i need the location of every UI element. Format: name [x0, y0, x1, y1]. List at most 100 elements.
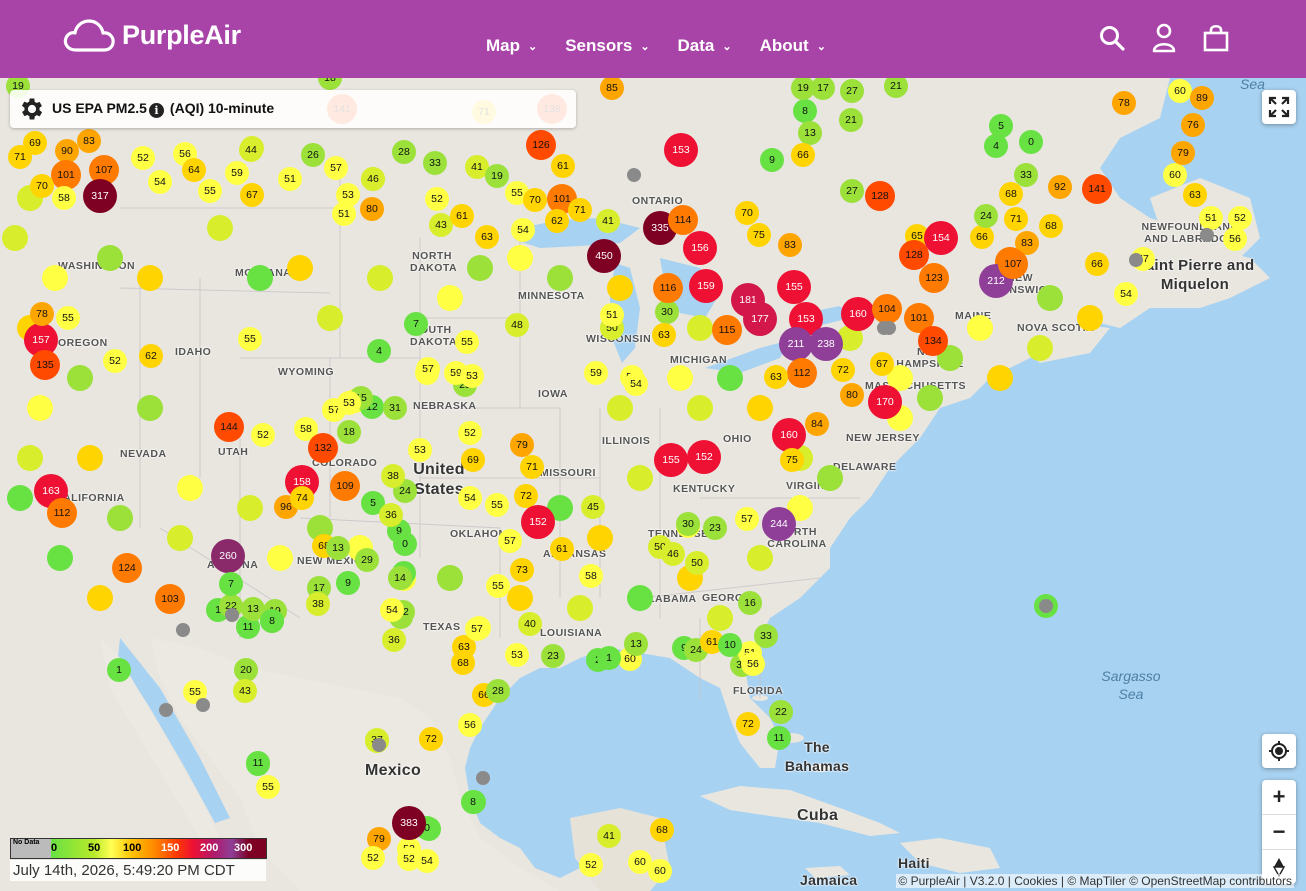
sensor-marker[interactable] [627, 585, 653, 611]
sensor-marker[interactable]: 26 [301, 143, 325, 167]
search-button[interactable] [1098, 22, 1126, 54]
aqi-type-selector[interactable]: US EPA PM2.5 i (AQI) 10-minute [10, 90, 576, 128]
sensor-marker[interactable]: 135 [30, 350, 60, 380]
sensor-marker[interactable]: 29 [355, 548, 379, 572]
sensor-marker[interactable]: 63 [1183, 183, 1207, 207]
offline-sensor-marker[interactable] [627, 168, 641, 182]
sensor-marker[interactable]: 115 [712, 315, 742, 345]
sensor-marker[interactable] [437, 285, 463, 311]
sensor-marker[interactable] [27, 395, 53, 421]
sensor-marker[interactable]: 79 [1171, 141, 1195, 165]
sensor-marker[interactable]: 152 [521, 505, 555, 539]
sensor-marker[interactable]: 31 [383, 396, 407, 420]
sensor-marker[interactable]: 28 [486, 679, 510, 703]
sensor-marker[interactable]: 69 [461, 448, 485, 472]
sensor-marker[interactable]: 0 [1019, 130, 1043, 154]
sensor-marker[interactable]: 92 [1048, 175, 1072, 199]
sensor-marker[interactable] [817, 465, 843, 491]
sensor-marker[interactable]: 63 [475, 225, 499, 249]
sensor-marker[interactable]: 66 [1085, 252, 1109, 276]
sensor-marker[interactable]: 33 [754, 624, 778, 648]
sensor-marker[interactable] [747, 395, 773, 421]
sensor-marker[interactable] [507, 245, 533, 271]
sensor-marker[interactable]: 57 [465, 617, 489, 641]
nav-sensors[interactable]: Sensors ⌄ [565, 36, 649, 56]
sensor-marker[interactable]: 132 [308, 433, 338, 463]
sensor-marker[interactable]: 170 [868, 385, 902, 419]
sensor-marker[interactable]: 160 [841, 297, 875, 331]
sensor-marker[interactable]: 13 [624, 632, 648, 656]
offline-sensor-marker[interactable] [225, 608, 239, 622]
sensor-marker[interactable]: 57 [735, 507, 759, 531]
sensor-marker[interactable] [237, 495, 263, 521]
sensor-marker[interactable]: 70 [523, 188, 547, 212]
sensor-marker[interactable]: 53 [408, 438, 432, 462]
offline-sensor-marker[interactable] [1129, 253, 1143, 267]
sensor-marker[interactable]: 317 [83, 179, 117, 213]
sensor-marker[interactable]: 52 [458, 421, 482, 445]
sensor-marker[interactable]: 383 [392, 806, 426, 840]
sensor-marker[interactable]: 8 [793, 99, 817, 123]
sensor-marker[interactable]: 211 [779, 327, 813, 361]
sensor-marker[interactable]: 0 [393, 532, 417, 556]
sensor-marker[interactable]: 45 [581, 495, 605, 519]
sensor-marker[interactable]: 52 [361, 846, 385, 870]
offline-sensor-marker[interactable] [1200, 228, 1214, 242]
sensor-marker[interactable] [607, 275, 633, 301]
sensor-marker[interactable] [77, 445, 103, 471]
sensor-marker[interactable]: 55 [485, 493, 509, 517]
sensor-marker[interactable] [507, 585, 533, 611]
sensor-marker[interactable] [2, 225, 28, 251]
sensor-marker[interactable]: 73 [510, 558, 534, 582]
sensor-marker[interactable]: 4 [367, 339, 391, 363]
sensor-marker[interactable]: 8 [260, 609, 284, 633]
sensor-marker[interactable]: 53 [460, 364, 484, 388]
sensor-marker[interactable]: 52 [131, 146, 155, 170]
sensor-marker[interactable]: 54 [148, 170, 172, 194]
sensor-marker[interactable] [967, 315, 993, 341]
sensor-marker[interactable] [207, 215, 233, 241]
sensor-marker[interactable]: 58 [52, 186, 76, 210]
sensor-marker[interactable]: 116 [653, 273, 683, 303]
sensor-marker[interactable]: 60 [648, 859, 672, 883]
sensor-marker[interactable]: 59 [584, 361, 608, 385]
sensor-marker[interactable]: 28 [392, 140, 416, 164]
sensor-marker[interactable]: 19 [485, 164, 509, 188]
sensor-marker[interactable]: 64 [182, 158, 206, 182]
sensor-marker[interactable]: 40 [518, 612, 542, 636]
sensor-marker[interactable]: 71 [568, 198, 592, 222]
sensor-marker[interactable]: 124 [112, 553, 142, 583]
sensor-marker[interactable]: 72 [736, 712, 760, 736]
sensor-marker[interactable]: 53 [505, 643, 529, 667]
sensor-marker[interactable]: 4 [984, 134, 1008, 158]
sensor-marker[interactable]: 126 [526, 130, 556, 160]
zoom-in-button[interactable]: + [1262, 780, 1296, 815]
sensor-marker[interactable] [687, 395, 713, 421]
sensor-marker[interactable] [687, 315, 713, 341]
sensor-marker[interactable]: 44 [239, 138, 263, 162]
sensor-marker[interactable]: 89 [1190, 86, 1214, 110]
sensor-marker[interactable]: 68 [650, 818, 674, 842]
sensor-marker[interactable]: 128 [865, 181, 895, 211]
sensor-marker[interactable]: 67 [870, 352, 894, 376]
sensor-marker[interactable] [167, 525, 193, 551]
sensor-marker[interactable] [177, 475, 203, 501]
sensor-marker[interactable] [87, 585, 113, 611]
sensor-marker[interactable] [317, 305, 343, 331]
sensor-marker[interactable]: 156 [683, 231, 717, 265]
sensor-marker[interactable] [7, 485, 33, 511]
sensor-marker[interactable]: 71 [1004, 207, 1028, 231]
sensor-marker[interactable] [137, 395, 163, 421]
sensor-marker[interactable]: 54 [511, 218, 535, 242]
sensor-marker[interactable]: 62 [545, 209, 569, 233]
sensor-marker[interactable] [667, 365, 693, 391]
sensor-marker[interactable]: 160 [772, 418, 806, 452]
sensor-marker[interactable]: 24 [974, 204, 998, 228]
sensor-marker[interactable]: 55 [198, 179, 222, 203]
sensor-marker[interactable]: 23 [541, 644, 565, 668]
sensor-marker[interactable] [627, 465, 653, 491]
gear-icon[interactable] [18, 95, 46, 123]
sensor-marker[interactable]: 30 [655, 300, 679, 324]
sensor-marker[interactable]: 16 [738, 591, 762, 615]
sensor-marker[interactable]: 61 [551, 154, 575, 178]
